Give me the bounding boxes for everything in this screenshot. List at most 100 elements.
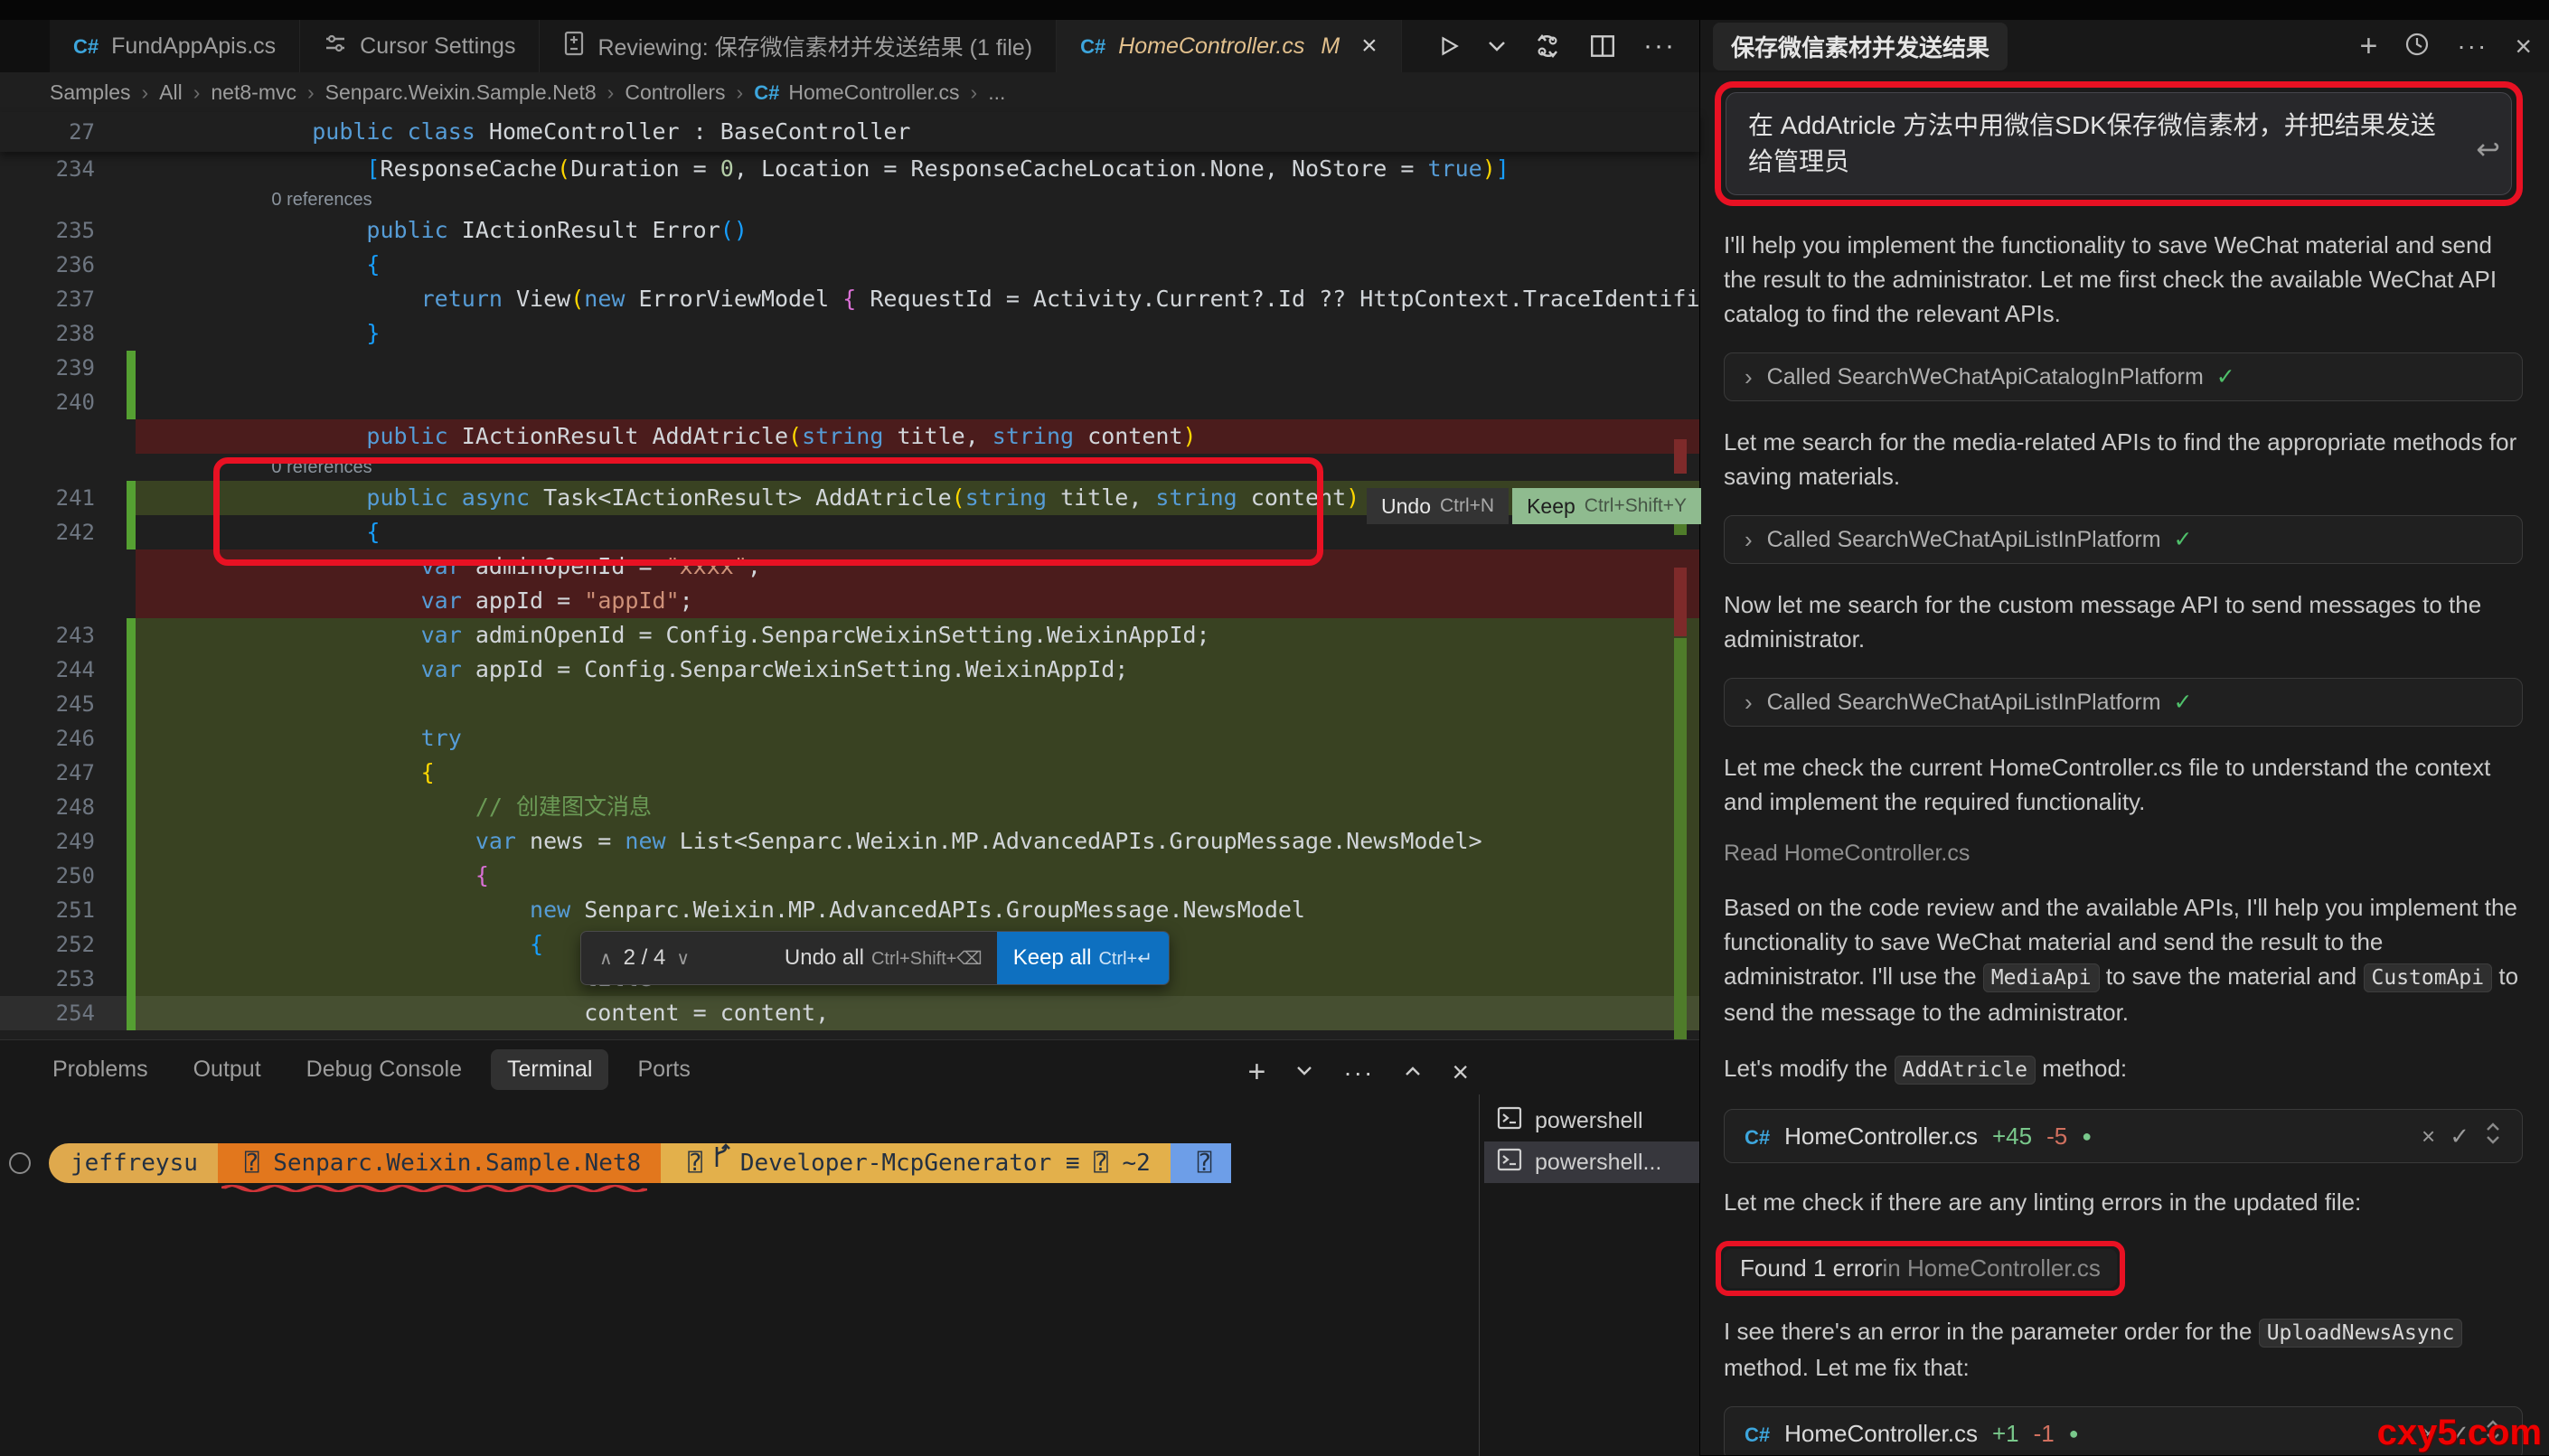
vscode-window: C#FundAppApis.csCursor SettingsReviewing… xyxy=(0,0,2549,1455)
inline-diff-actions: Undo Ctrl+N Keep Ctrl+Shift+Y xyxy=(1367,488,1701,524)
split-editor-icon[interactable] xyxy=(1589,33,1616,60)
new-terminal-icon[interactable]: + xyxy=(1247,1055,1265,1090)
settings-sliders-icon xyxy=(324,32,347,55)
editor-tab-bar: C#FundAppApis.csCursor SettingsReviewing… xyxy=(0,20,1699,73)
new-chat-icon[interactable]: + xyxy=(2359,29,2377,64)
chevron-right-icon: › xyxy=(1745,363,1753,391)
terminal-list-item[interactable]: powershell xyxy=(1484,1100,1699,1141)
chat-title-tab[interactable]: 保存微信素材并发送结果 xyxy=(1713,23,2008,70)
overview-ruler-mark[interactable] xyxy=(1674,568,1687,636)
breadcrumb-item[interactable]: Controllers xyxy=(625,80,725,105)
code-line: 248 // 创建图文消息 xyxy=(0,790,1699,824)
panel-more-icon[interactable]: ··· xyxy=(1343,1058,1374,1087)
prompt-segment: ⍰ xyxy=(1171,1143,1232,1183)
user-message-text: 在 AddAtricle 方法中用微信SDK保存微信素材，并把结果发送给管理员 xyxy=(1748,111,2436,175)
chat-scroll-area[interactable]: 在 AddAtricle 方法中用微信SDK保存微信素材，并把结果发送给管理员 … xyxy=(1700,72,2549,1455)
lines-removed: -1 xyxy=(2034,1420,2055,1448)
close-panel-icon[interactable]: × xyxy=(1452,1056,1469,1089)
diff-added-gutter-icon xyxy=(127,893,136,927)
line-number: 239 xyxy=(0,351,95,385)
overview-ruler-mark[interactable] xyxy=(1674,439,1687,474)
sticky-scroll-line[interactable]: 27 public class HomeController : BaseCon… xyxy=(0,112,1699,152)
keep-change-button[interactable]: Keep Ctrl+Shift+Y xyxy=(1512,488,1701,524)
breadcrumb-item[interactable]: net8-mvc xyxy=(211,80,296,105)
code-editor[interactable]: 234 [ResponseCache(Duration = 0, Locatio… xyxy=(0,152,1699,1039)
panel-tab-debug-console[interactable]: Debug Console xyxy=(290,1049,478,1090)
tool-call-card[interactable]: ›Called SearchWeChatApiListInPlatform✓ xyxy=(1724,678,2523,727)
unsaved-dot-icon: ● xyxy=(2069,1424,2079,1443)
prev-change-button[interactable]: ∧ xyxy=(599,947,613,970)
code-references-annotation[interactable]: 0 references xyxy=(0,186,1699,213)
lint-error-pill[interactable]: Found 1 error in HomeController.cs xyxy=(1724,1249,2117,1288)
diff-counter: 2 / 4 xyxy=(624,945,666,971)
terminal-view[interactable]: jeffreysu⍰ Senparc.Weixin.Sample.Net8⍰ D… xyxy=(0,1096,1473,1456)
prompt-segment: ⍰ Developer-McpGenerator ≡ ⍰ ~2 xyxy=(661,1143,1171,1183)
panel-tab-output[interactable]: Output xyxy=(177,1049,277,1090)
editor-actions: ··· xyxy=(1414,20,1699,72)
read-file-line[interactable]: Read HomeController.cs xyxy=(1724,841,2523,867)
file-edit-card[interactable]: C#HomeController.cs+45-5●×✓ xyxy=(1724,1109,2523,1163)
line-number: 253 xyxy=(0,962,95,996)
expand-card-icon[interactable] xyxy=(2484,1122,2502,1151)
terminal-list-item[interactable]: powershell... xyxy=(1484,1141,1699,1183)
panel-tab-problems[interactable]: Problems xyxy=(36,1049,165,1090)
code-line: 237 return View(new ErrorViewModel { Req… xyxy=(0,282,1699,316)
maximize-panel-icon[interactable] xyxy=(1405,1065,1421,1081)
breadcrumb-item[interactable]: All xyxy=(159,80,183,105)
breadcrumb-item[interactable]: Samples xyxy=(50,80,130,105)
tool-call-label: Called SearchWeChatApiListInPlatform xyxy=(1767,690,2161,716)
line-number: 236 xyxy=(0,248,95,282)
resend-arrow-icon[interactable]: ↩ xyxy=(2476,131,2500,167)
diff-added-gutter-icon xyxy=(127,687,136,721)
breadcrumb-separator: › xyxy=(141,80,148,105)
terminal-dropdown-icon[interactable] xyxy=(1296,1065,1312,1081)
tab-cursor-settings[interactable]: Cursor Settings xyxy=(300,20,540,72)
line-number: 27 xyxy=(0,112,95,152)
terminal-list-label: powershell xyxy=(1535,1108,1643,1134)
code-line: 245 xyxy=(0,687,1699,721)
tool-call-card[interactable]: ›Called SearchWeChatApiListInPlatform✓ xyxy=(1724,515,2523,564)
diff-added-gutter-icon xyxy=(127,481,136,515)
terminal-list-divider[interactable] xyxy=(1479,1094,1480,1456)
keep-all-button[interactable]: Keep all Ctrl+↵ xyxy=(997,932,1169,984)
breadcrumb-item[interactable]: ... xyxy=(988,80,1005,105)
reject-edit-icon[interactable]: × xyxy=(2422,1123,2435,1151)
tool-success-check-icon: ✓ xyxy=(2216,363,2235,390)
breadcrumb-separator: › xyxy=(971,80,978,105)
user-message-box[interactable]: 在 AddAtricle 方法中用微信SDK保存微信素材，并把结果发送给管理员 … xyxy=(1726,92,2512,195)
tab-homecontroller-cs[interactable]: C#HomeController.csM× xyxy=(1057,20,1402,72)
tool-call-card[interactable]: ›Called SearchWeChatApiCatalogInPlatform… xyxy=(1724,352,2523,401)
code-text: var news = new List<Senparc.Weixin.MP.Ad… xyxy=(95,824,1482,859)
tab-reviewing-1-file-[interactable]: Reviewing: 保存微信素材并发送结果 (1 file) xyxy=(540,20,1057,72)
undo-all-button[interactable]: Undo all Ctrl+Shift+⌫ xyxy=(770,945,997,971)
undo-all-label: Undo all xyxy=(785,945,864,971)
compare-changes-icon[interactable] xyxy=(1533,31,1562,61)
line-number: 244 xyxy=(0,653,95,687)
undo-change-button[interactable]: Undo Ctrl+N xyxy=(1367,488,1509,524)
inline-code: CustomApi xyxy=(2364,963,2493,992)
error-file-text: in HomeController.cs xyxy=(1883,1254,2101,1282)
breadcrumb-item[interactable]: HomeController.cs xyxy=(788,80,959,105)
chat-paragraph: Now let me search for the custom message… xyxy=(1724,587,2523,656)
tab-close-icon[interactable]: × xyxy=(1361,33,1378,60)
accept-edit-icon[interactable]: ✓ xyxy=(2450,1123,2469,1151)
run-button[interactable] xyxy=(1437,33,1461,60)
chevron-right-icon: › xyxy=(1745,526,1753,554)
breadcrumb-item[interactable]: Senparc.Weixin.Sample.Net8 xyxy=(325,80,597,105)
tab-label: FundAppApis.cs xyxy=(111,33,276,60)
next-change-button[interactable]: ∨ xyxy=(676,947,690,970)
chat-close-icon[interactable]: × xyxy=(2515,30,2532,63)
chevron-right-icon: › xyxy=(1745,689,1753,717)
panel-tab-ports[interactable]: Ports xyxy=(621,1049,706,1090)
run-dropdown-icon[interactable] xyxy=(1488,40,1506,52)
chat-more-icon[interactable]: ··· xyxy=(2457,32,2488,61)
code-line: 243 var adminOpenId = Config.SenparcWeix… xyxy=(0,618,1699,653)
overview-ruler-mark[interactable] xyxy=(1674,638,1687,1039)
more-actions-icon[interactable]: ··· xyxy=(1643,31,1676,61)
panel-tab-terminal[interactable]: Terminal xyxy=(491,1049,608,1090)
lines-removed: -5 xyxy=(2046,1123,2067,1151)
tab-fundappapis-cs[interactable]: C#FundAppApis.cs xyxy=(50,20,300,72)
chat-paragraph: Let me search for the media-related APIs… xyxy=(1724,425,2523,493)
line-number: 247 xyxy=(0,756,95,790)
history-icon[interactable] xyxy=(2404,32,2430,61)
